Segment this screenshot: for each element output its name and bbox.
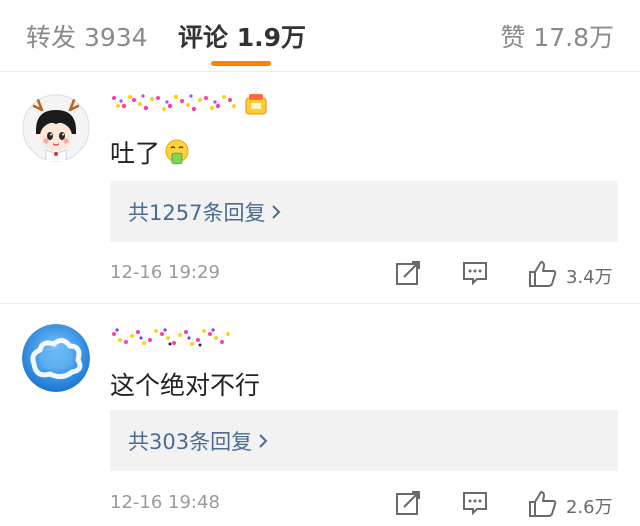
share-edit-icon[interactable] [395,490,421,516]
replies-count-label: 共1257条回复 [128,197,281,227]
reply-comment-icon[interactable] [462,490,488,516]
view-replies-button[interactable]: 共1257条回复 [110,181,618,242]
comment-text: 吐了 [110,134,190,171]
replies-count-label: 共303条回复 [128,426,268,456]
avatar[interactable] [22,94,90,162]
tab-comments[interactable]: 评论 1.9万 [178,18,306,54]
active-tab-indicator [211,61,271,66]
username-obscured[interactable] [110,326,236,350]
like-count: 2.6万 [566,497,613,518]
comment-item: 这个绝对不行 共303条回复 12-16 19:48 2.6万 [0,304,640,526]
username-obscured[interactable] [110,92,270,116]
tab-bar: 转发 3934 评论 1.9万 赞 17.8万 [0,0,640,72]
thumbs-up-icon[interactable] [528,490,557,517]
avatar[interactable] [22,324,90,392]
thumbs-up-icon[interactable] [528,260,557,287]
chevron-right-icon [258,430,268,454]
comment-text-content: 吐了 [110,139,161,168]
comment-item: 吐了 共1257条回复 12-16 19:29 3.4万 [0,72,640,304]
vomit-face-emoji-icon [164,139,190,171]
share-edit-icon[interactable] [395,260,421,286]
tab-likes[interactable]: 赞 17.8万 [500,18,614,54]
comment-text: 这个绝对不行 [110,371,261,400]
like-count: 3.4万 [566,267,613,288]
view-replies-button[interactable]: 共303条回复 [110,410,618,471]
comment-timestamp: 12-16 19:48 [110,492,220,513]
reply-comment-icon[interactable] [462,260,488,286]
tab-repost[interactable]: 转发 3934 [26,18,148,54]
chevron-right-icon [271,201,281,225]
comment-timestamp: 12-16 19:29 [110,262,220,283]
